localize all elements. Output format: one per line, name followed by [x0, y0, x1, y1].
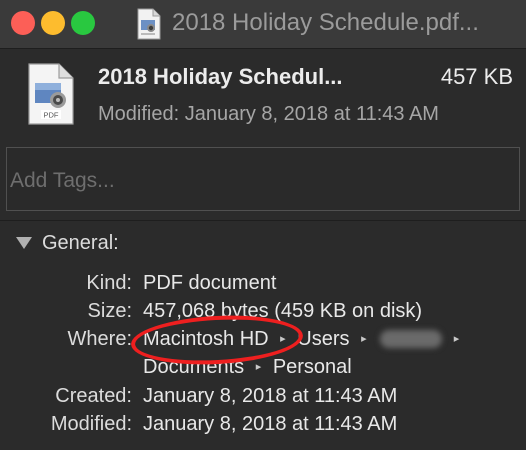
- file-modified-date: Modified: January 8, 2018 at 11:43 AM: [98, 103, 439, 125]
- path-segment-redacted: [380, 330, 443, 348]
- path-separator-triangle-icon: ▸: [255, 361, 262, 373]
- disclosure-triangle-down-icon[interactable]: [16, 237, 32, 249]
- path-separator-triangle-icon: ▸: [361, 333, 367, 345]
- zoom-button[interactable]: [71, 11, 95, 35]
- size-value: 457,068 bytes (459 KB on disk): [143, 300, 423, 322]
- section-divider: [0, 220, 526, 221]
- where-path-line-1: Macintosh HD ▸ Users ▸ ▸: [143, 328, 465, 351]
- path-segment-documents[interactable]: Documents: [143, 356, 244, 378]
- created-label: Created:: [55, 385, 132, 407]
- pdf-document-icon[interactable]: PDF: [26, 62, 76, 131]
- size-row: Size: 457,068 bytes (459 KB on disk): [0, 300, 526, 328]
- modified-label: Modified:: [50, 413, 132, 435]
- where-path-line-2: Documents ▸ Personal: [143, 356, 352, 379]
- general-section-label: General:: [42, 231, 119, 254]
- where-row-continued: Documents ▸ Personal: [0, 356, 526, 384]
- modified-value: January 8, 2018 at 11:43 AM: [143, 413, 398, 435]
- kind-value: PDF document: [143, 272, 277, 294]
- where-row: Where: Macintosh HD ▸ Users ▸ ▸: [0, 328, 526, 356]
- modified-row: Modified: January 8, 2018 at 11:43 AM: [0, 413, 526, 441]
- created-value: January 8, 2018 at 11:43 AM: [143, 385, 398, 407]
- size-label: Size:: [87, 300, 132, 322]
- path-segment-personal[interactable]: Personal: [273, 356, 352, 378]
- path-segment-macintosh-hd[interactable]: Macintosh HD: [143, 328, 269, 350]
- path-separator-triangle-icon: ▸: [280, 333, 286, 345]
- close-button[interactable]: [11, 11, 35, 35]
- tags-input[interactable]: [7, 148, 519, 210]
- kind-row: Kind: PDF document: [0, 272, 526, 300]
- minimize-button[interactable]: [41, 11, 65, 35]
- general-section-toggle[interactable]: General:: [16, 230, 119, 256]
- file-name: 2018 Holiday Schedul...: [98, 64, 343, 89]
- where-label: Where:: [67, 328, 132, 350]
- tags-field[interactable]: [6, 147, 520, 211]
- pdf-badge-label: PDF: [44, 111, 59, 120]
- created-row: Created: January 8, 2018 at 11:43 AM: [0, 385, 526, 413]
- get-info-window: 2018 Holiday Schedule.pdf... PDF 2018 Ho…: [0, 0, 526, 450]
- window-title: 2018 Holiday Schedule.pdf...: [172, 9, 479, 36]
- pdf-document-icon: [136, 8, 162, 45]
- path-segment-users[interactable]: Users: [297, 328, 349, 350]
- path-separator-triangle-icon: ▸: [453, 333, 460, 345]
- title-bar[interactable]: 2018 Holiday Schedule.pdf...: [0, 0, 526, 49]
- kind-label: Kind:: [86, 272, 132, 294]
- file-size: 457 KB: [440, 64, 513, 89]
